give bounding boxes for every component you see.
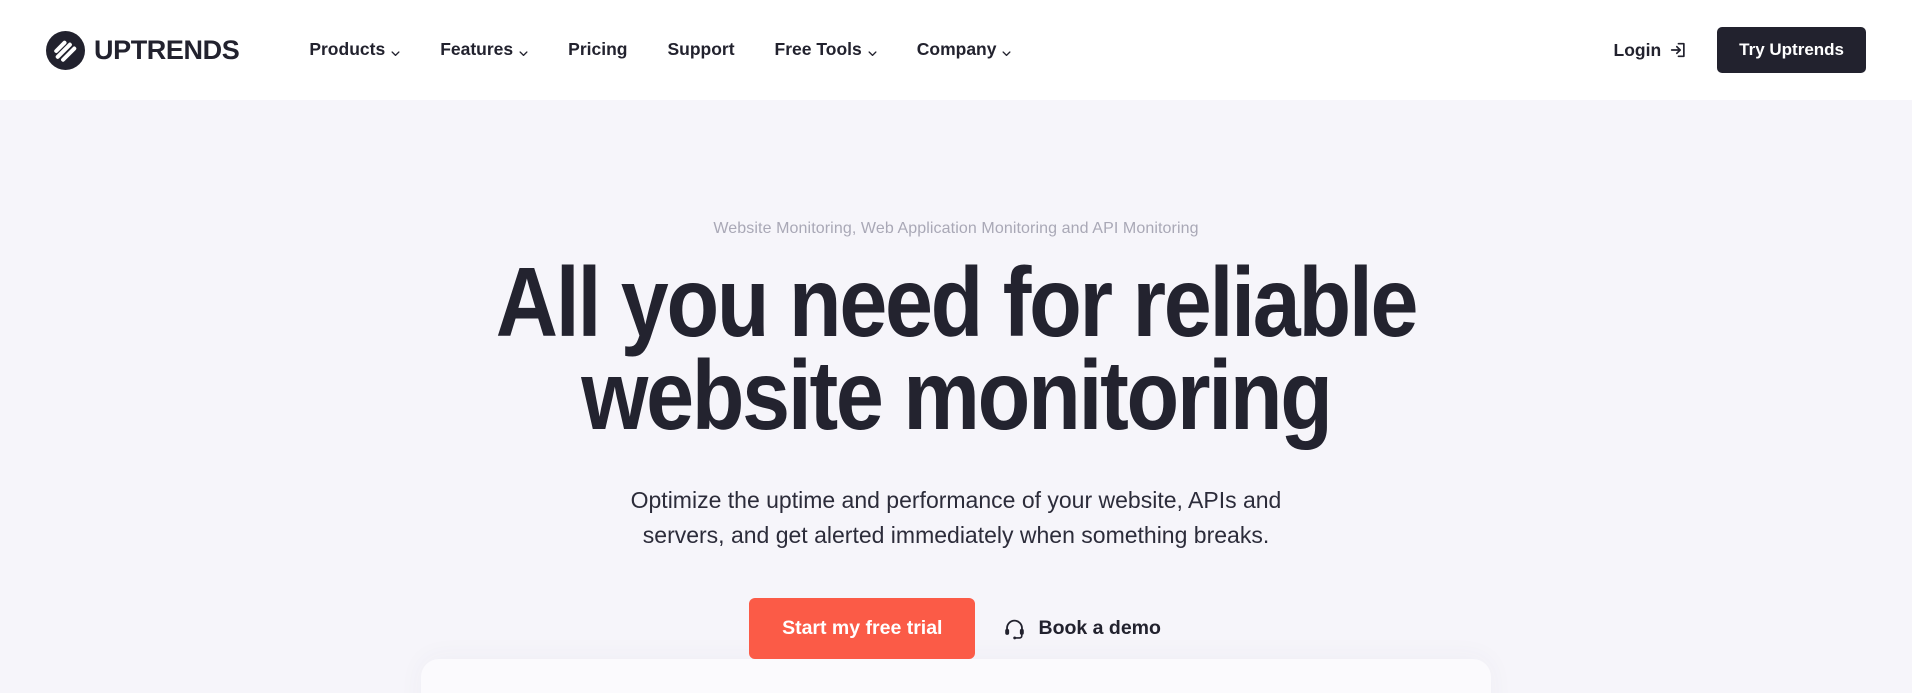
header-actions: Login Try Uptrends [1614,27,1866,73]
hero-eyebrow: Website Monitoring, Web Application Moni… [713,220,1199,237]
hero-headline-line-1: All you need for reliable [495,247,1419,358]
book-a-demo-label: Book a demo [1038,617,1161,640]
nav-item-company[interactable]: Company [897,41,1032,59]
hero-headline: All you need for reliable website monito… [115,247,1798,450]
nav-item-features[interactable]: Features [420,41,548,59]
nav-label-company: Company [916,39,997,60]
sign-in-icon [1669,41,1687,59]
nav-label-free-tools: Free Tools [774,39,862,60]
nav-label-pricing: Pricing [568,39,628,60]
start-free-trial-button[interactable]: Start my free trial [749,598,976,659]
login-label: Login [1613,39,1662,60]
hero-subheading-line-2: servers, and get alerted immediately whe… [642,522,1270,549]
headset-icon [1003,617,1026,640]
hero-subheading-line-1: Optimize the uptime and performance of y… [630,486,1282,513]
chevron-down-icon [868,44,877,57]
login-link[interactable]: Login [1614,40,1688,61]
hero-content: Website Monitoring, Web Application Moni… [0,100,1912,659]
brand-logo-link[interactable]: UPTRENDS [46,30,240,70]
book-a-demo-button[interactable]: Book a demo [1001,611,1162,646]
nav-item-support[interactable]: Support [647,41,754,59]
site-header: UPTRENDS Products Features Pricing Suppo… [0,0,1912,100]
hero-headline-line-2: website monitoring [581,339,1333,450]
nav-label-products: Products [309,39,386,60]
nav-label-support: Support [667,39,735,60]
try-uptrends-button[interactable]: Try Uptrends [1717,27,1866,73]
nav-item-pricing[interactable]: Pricing [548,41,647,59]
brand-name: UPTRENDS [94,34,240,65]
chevron-down-icon [391,44,400,57]
page-root: UPTRENDS Products Features Pricing Suppo… [0,0,1912,693]
uptrends-circle-stripes-logo-icon [46,30,85,70]
chevron-down-icon [519,44,528,57]
nav-item-free-tools[interactable]: Free Tools [755,41,897,59]
main-navigation: Products Features Pricing Support Free T… [309,41,1613,59]
hero-cta-row: Start my free trial Book a demo [0,598,1912,659]
dashboard-preview-panel [421,659,1491,693]
nav-label-features: Features [440,39,514,60]
hero-section: Website Monitoring, Web Application Moni… [0,100,1912,693]
nav-item-products[interactable]: Products [309,41,420,59]
hero-subheading: Optimize the uptime and performance of y… [0,483,1912,555]
chevron-down-icon [1002,44,1011,57]
